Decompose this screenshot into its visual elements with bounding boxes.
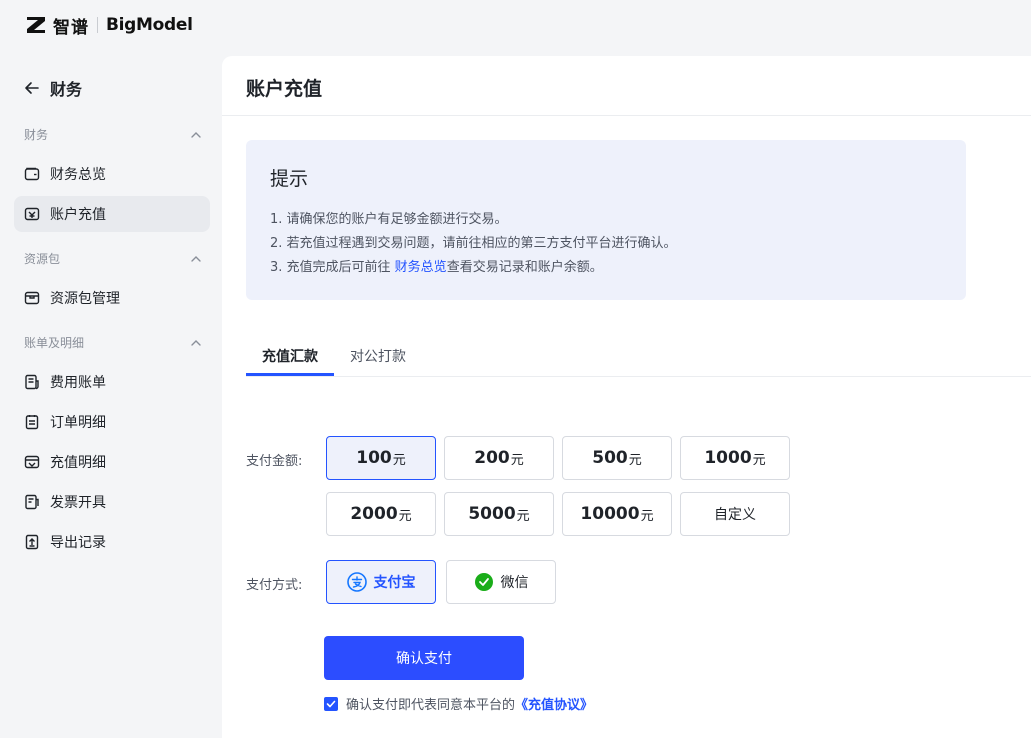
- brand-divider: [97, 17, 98, 33]
- amount-unit: 元: [628, 452, 642, 468]
- custom-amount-label: 自定义: [714, 507, 756, 523]
- recharge-detail-icon: [24, 455, 40, 469]
- notice-line-3-prefix: 3. 充值完成后可前往: [270, 260, 395, 275]
- group-title-resource-pack[interactable]: 资源包: [24, 250, 202, 267]
- agreement-row: 确认支付即代表同意本平台的《充值协议》: [324, 694, 593, 713]
- group-title-finance[interactable]: 财务: [24, 126, 202, 143]
- sidebar-item-order-detail[interactable]: 订单明细: [14, 404, 210, 440]
- amount-option-1000[interactable]: 1000 元: [680, 436, 790, 480]
- amount-unit: 元: [398, 508, 412, 524]
- sidebar-item-expense-bill[interactable]: 费用账单: [14, 364, 210, 400]
- tab-active-indicator: [246, 373, 334, 376]
- export-icon: [25, 534, 39, 550]
- recharge-agreement-link[interactable]: 《充值协议》: [515, 698, 593, 713]
- amount-unit: 元: [752, 452, 766, 468]
- amount-value: 500: [592, 448, 628, 468]
- amount-unit: 元: [392, 452, 406, 468]
- package-icon: [24, 291, 40, 305]
- sidebar-item-label: 账户充值: [50, 207, 106, 223]
- brand-name-en: BigModel: [106, 15, 193, 35]
- notice-line-3: 3. 充值完成后可前往 财务总览查看交易记录和账户余额。: [270, 256, 603, 275]
- tab-bar: 充值汇款 对公打款: [246, 340, 1031, 377]
- amount-value: 2000: [350, 504, 398, 524]
- sidebar-item-finance-overview[interactable]: 财务总览: [14, 156, 210, 192]
- amount-option-10000[interactable]: 10000 元: [562, 492, 672, 536]
- sidebar-item-label: 订单明细: [50, 415, 106, 431]
- sidebar-item-recharge-detail[interactable]: 充值明细: [14, 444, 210, 480]
- top-bar: 智谱 BigModel: [0, 0, 1031, 50]
- sidebar-item-label: 导出记录: [50, 535, 106, 551]
- amount-value: 1000: [704, 448, 752, 468]
- title-divider: [222, 115, 1031, 116]
- agreement-text: 确认支付即代表同意本平台的: [346, 698, 516, 713]
- arrow-left-icon: [25, 82, 39, 94]
- group-title-label: 账单及明细: [24, 336, 85, 350]
- amount-value: 100: [356, 448, 392, 468]
- amount-unit: 元: [510, 452, 524, 468]
- sidebar-item-label: 发票开具: [50, 495, 106, 511]
- chevron-up-icon: [191, 339, 201, 346]
- invoice-icon: [25, 494, 39, 510]
- amount-label: 支付金额:: [246, 454, 303, 469]
- amount-option-200[interactable]: 200 元: [444, 436, 554, 480]
- amount-value: 5000: [468, 504, 516, 524]
- chevron-up-icon: [191, 131, 201, 138]
- notice-line-1: 1. 请确保您的账户有足够金额进行交易。: [270, 212, 508, 227]
- chevron-up-icon: [191, 255, 201, 262]
- sidebar-item-invoice[interactable]: 发票开具: [14, 484, 210, 520]
- amount-unit: 元: [640, 508, 654, 524]
- zhipu-logo-icon[interactable]: [26, 16, 46, 34]
- tab-corporate-transfer[interactable]: 对公打款: [350, 346, 406, 366]
- agreement-checkbox[interactable]: [324, 696, 338, 711]
- sidebar-item-label: 费用账单: [50, 375, 106, 391]
- notice-line-3-suffix: 查看交易记录和账户余额。: [446, 260, 603, 275]
- amount-unit: 元: [516, 508, 530, 524]
- notice-box: 提示 1. 请确保您的账户有足够金额进行交易。 2. 若充值过程遇到交易问题，请…: [246, 140, 966, 300]
- back-button[interactable]: 财务: [24, 76, 82, 100]
- amount-value: 10000: [580, 504, 640, 524]
- payment-method-label: 支付方式:: [246, 578, 303, 593]
- wallet-icon: [24, 167, 40, 181]
- back-label: 财务: [50, 80, 83, 99]
- payment-option-label: 微信: [500, 575, 529, 591]
- sidebar-item-account-recharge[interactable]: 账户充值: [14, 196, 210, 232]
- wechat-icon: [474, 573, 493, 591]
- amount-option-2000[interactable]: 2000 元: [326, 492, 436, 536]
- payment-option-alipay[interactable]: 支付宝: [326, 560, 436, 604]
- amount-value: 200: [474, 448, 510, 468]
- group-title-bills-details[interactable]: 账单及明细: [24, 334, 202, 351]
- alipay-icon: [346, 572, 367, 592]
- amount-option-custom[interactable]: 自定义: [680, 492, 790, 536]
- sidebar-item-resource-pack-management[interactable]: 资源包管理: [14, 280, 210, 316]
- brand-name-cn: 智谱: [53, 17, 89, 38]
- check-icon: [326, 700, 336, 707]
- page-title: 账户充值: [246, 78, 323, 100]
- sidebar-item-label: 充值明细: [50, 455, 106, 471]
- amount-option-100[interactable]: 100 元: [326, 436, 436, 480]
- group-title-label: 财务: [24, 128, 49, 142]
- amount-option-5000[interactable]: 5000 元: [444, 492, 554, 536]
- sidebar-item-export-record[interactable]: 导出记录: [14, 524, 210, 560]
- notice-line-2: 2. 若充值过程遇到交易问题，请前往相应的第三方支付平台进行确认。: [270, 236, 677, 251]
- sidebar: 财务 财务 财务总览 账户充值 资源包 资源包管理 账单及明细 费用账单 订单明…: [0, 56, 222, 738]
- payment-option-label: 支付宝: [373, 575, 416, 591]
- sidebar-item-label: 资源包管理: [50, 291, 120, 307]
- sidebar-item-label: 财务总览: [50, 167, 106, 183]
- tab-recharge-remit[interactable]: 充值汇款: [262, 346, 318, 366]
- group-title-label: 资源包: [24, 252, 61, 266]
- amount-option-500[interactable]: 500 元: [562, 436, 672, 480]
- recharge-icon: [24, 207, 40, 221]
- confirm-payment-button[interactable]: 确认支付: [324, 636, 524, 680]
- bill-icon: [25, 374, 39, 390]
- order-icon: [25, 415, 39, 430]
- payment-option-wechat[interactable]: 微信: [446, 560, 556, 604]
- main-panel: 账户充值 提示 1. 请确保您的账户有足够金额进行交易。 2. 若充值过程遇到交…: [222, 56, 1031, 738]
- finance-overview-link[interactable]: 财务总览: [395, 260, 447, 275]
- notice-title: 提示: [270, 168, 309, 190]
